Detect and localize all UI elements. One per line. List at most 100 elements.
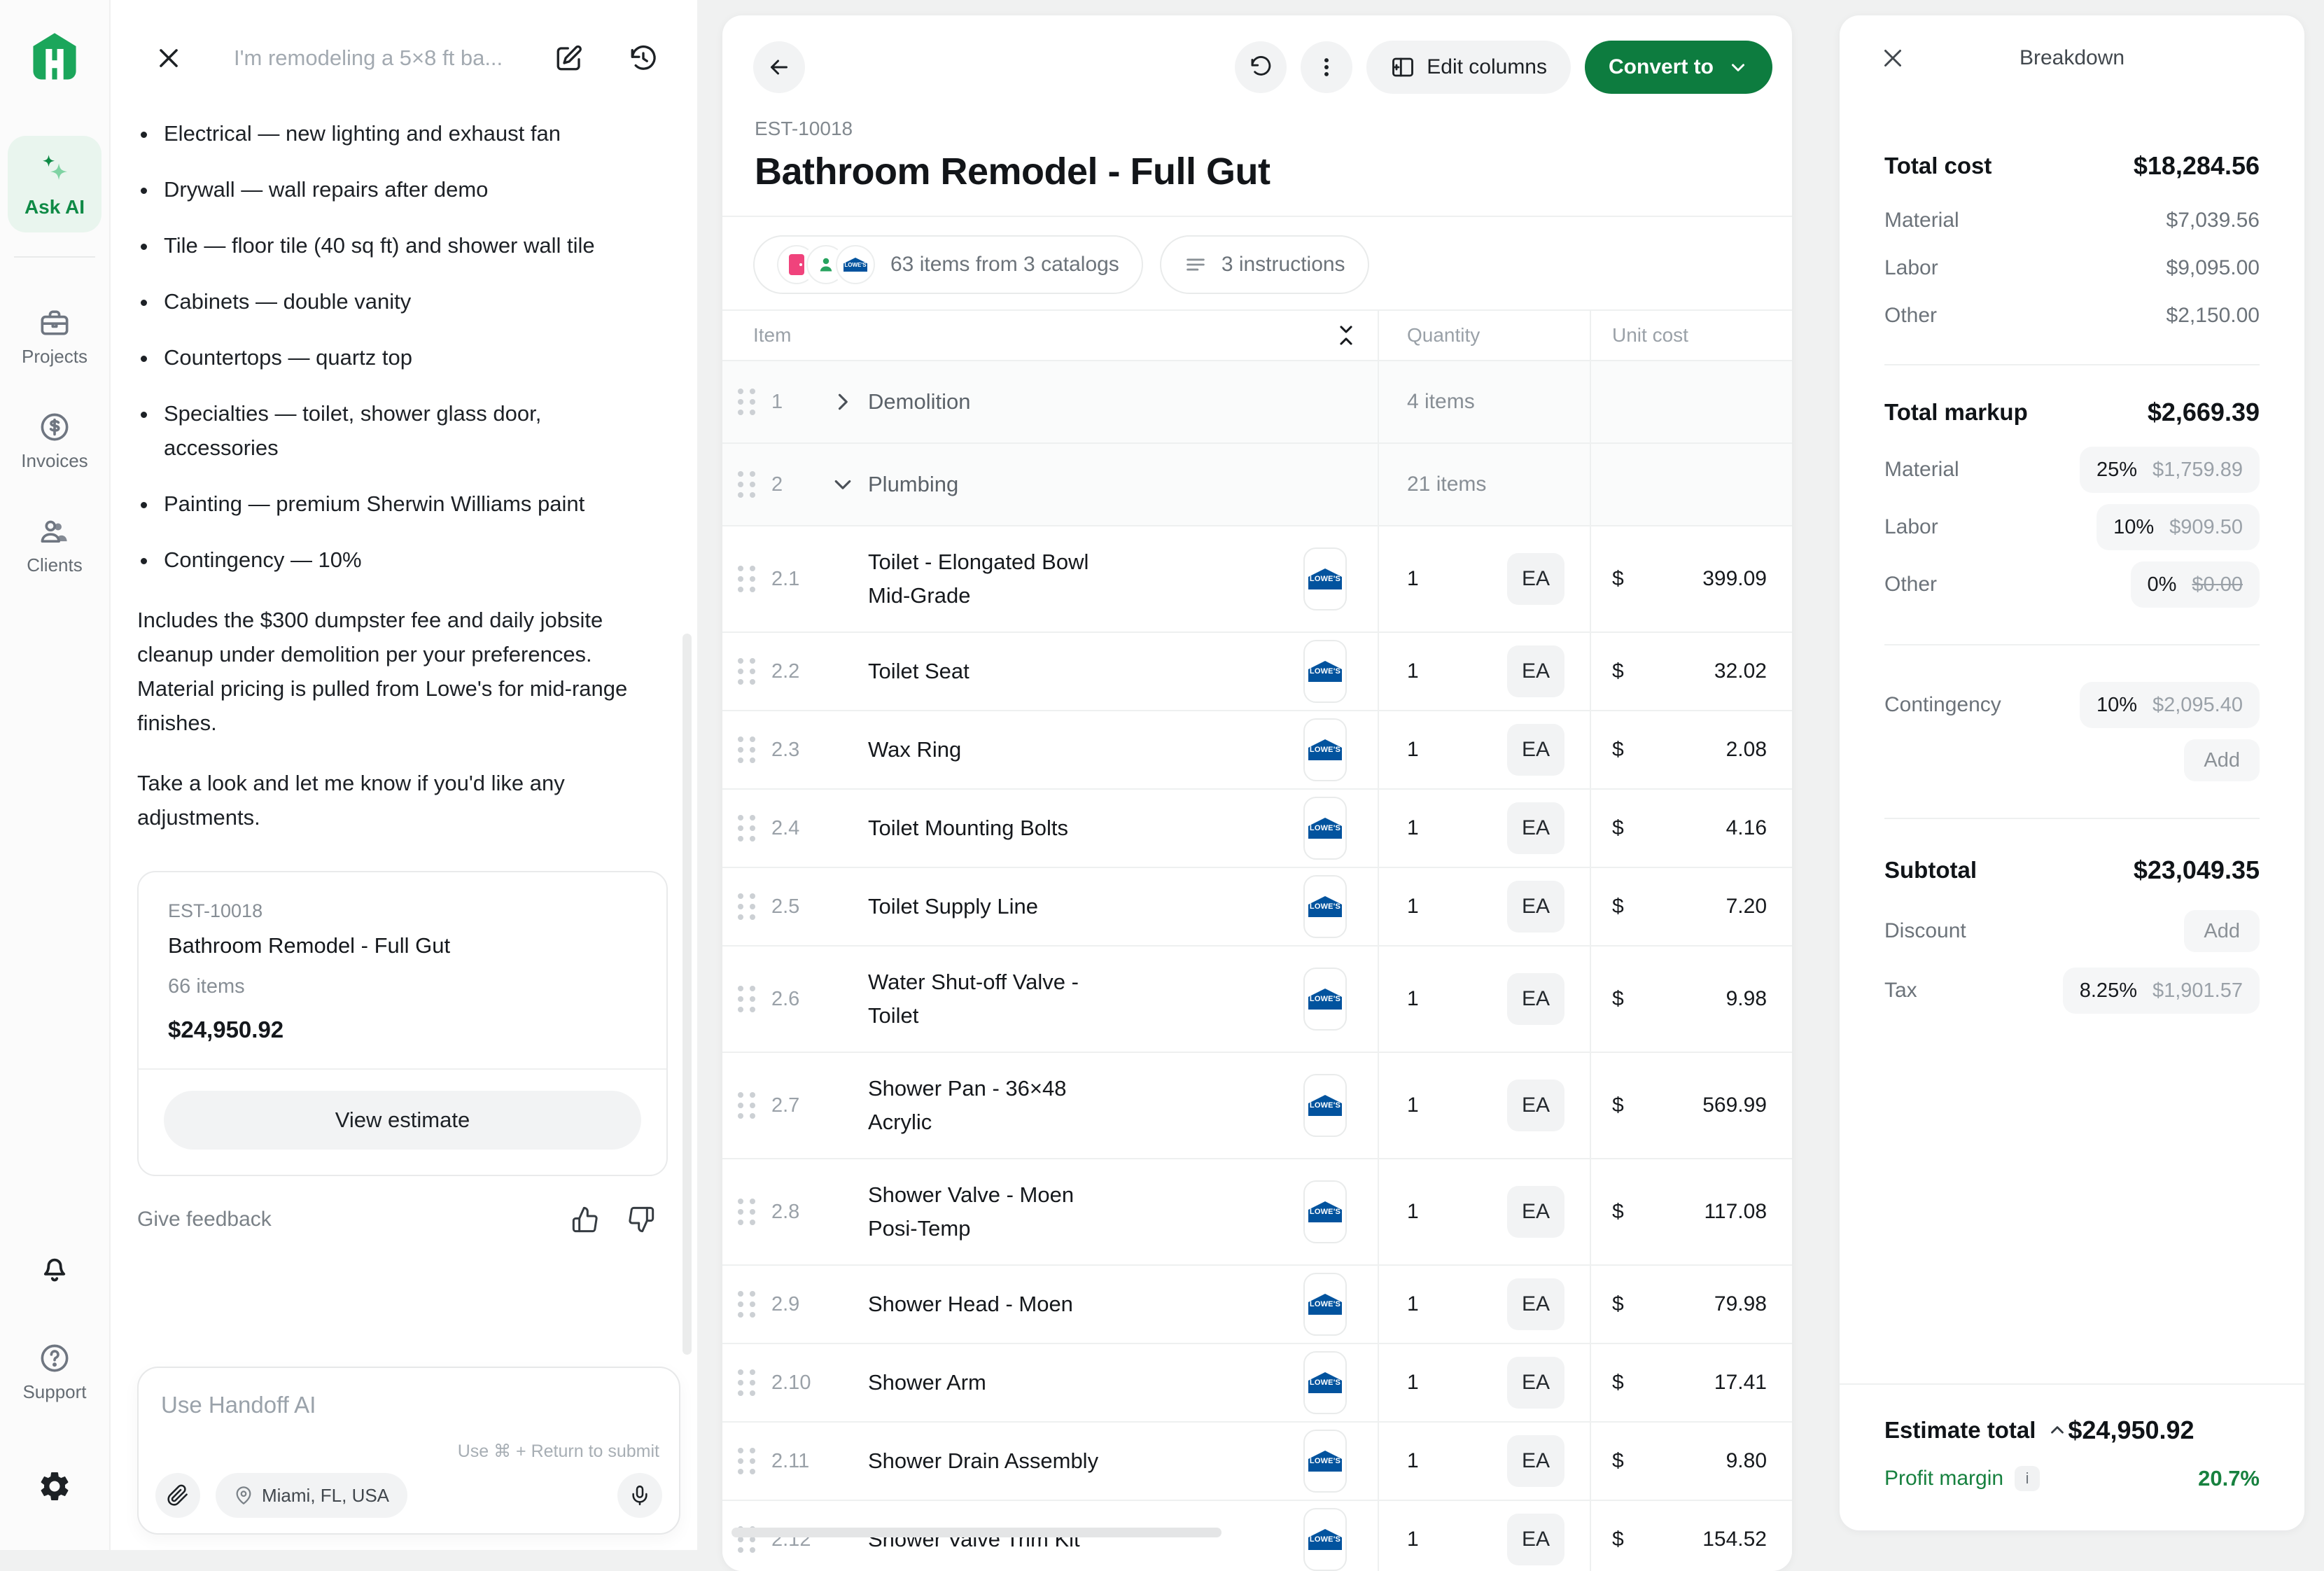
attach-paperclip-button[interactable] [155, 1473, 200, 1518]
convert-to-button[interactable]: Convert to [1585, 41, 1772, 94]
lowes-vendor-badge[interactable]: LOWE'S [1303, 968, 1347, 1031]
thumbs-up-icon[interactable] [571, 1206, 599, 1234]
tax-pill[interactable]: 8.25% $1,901.57 [2063, 968, 2260, 1014]
lowes-vendor-badge[interactable]: LOWE'S [1303, 640, 1347, 703]
lowes-vendor-badge[interactable]: LOWE'S [1303, 718, 1347, 781]
unit-chip[interactable]: EA [1507, 1278, 1564, 1330]
unit-cost-value[interactable]: 117.08 [1704, 1200, 1767, 1224]
back-button[interactable] [753, 41, 805, 93]
item-quantity[interactable]: 1 [1407, 987, 1419, 1011]
drag-handle-icon[interactable] [738, 1199, 756, 1225]
item-quantity[interactable]: 1 [1407, 816, 1419, 840]
chat-input-box[interactable]: Use Handoff AI Use ⌘ + Return to submit … [137, 1367, 680, 1535]
drag-handle-icon[interactable] [738, 1092, 756, 1119]
drag-handle-icon[interactable] [738, 389, 756, 415]
drag-handle-icon[interactable] [738, 815, 756, 842]
table-item-row[interactable]: 2.1 Toilet - Elongated BowlMid-Grade LOW… [722, 526, 1792, 633]
item-quantity[interactable]: 1 [1407, 1094, 1419, 1117]
close-icon[interactable] [1880, 46, 1905, 71]
item-quantity[interactable]: 1 [1407, 895, 1419, 919]
lowes-vendor-badge[interactable]: LOWE'S [1303, 797, 1347, 860]
unit-chip[interactable]: EA [1507, 1357, 1564, 1409]
drag-handle-icon[interactable] [738, 566, 756, 592]
undo-button[interactable] [1235, 41, 1287, 93]
item-quantity[interactable]: 1 [1407, 1292, 1419, 1316]
unit-cost-value[interactable]: 2.08 [1726, 738, 1767, 762]
table-item-row[interactable]: 2.8 Shower Valve - MoenPosi-Temp LOWE'S … [722, 1159, 1792, 1266]
table-item-row[interactable]: 2.5 Toilet Supply Line LOWE'S 1 EA $ 7.2… [722, 868, 1792, 947]
chevron-right-icon[interactable] [830, 389, 857, 414]
markup-labor-pill[interactable]: 10% $909.50 [2096, 504, 2260, 550]
unit-chip[interactable]: EA [1507, 1435, 1564, 1487]
item-quantity[interactable]: 1 [1407, 1371, 1419, 1395]
drag-handle-icon[interactable] [738, 893, 756, 920]
unit-chip[interactable]: EA [1507, 973, 1564, 1025]
table-item-row[interactable]: 2.7 Shower Pan - 36×48Acrylic LOWE'S 1 E… [722, 1053, 1792, 1159]
chevron-down-icon[interactable] [830, 472, 857, 497]
drag-handle-icon[interactable] [738, 658, 756, 685]
lowes-vendor-badge[interactable]: LOWE'S [1303, 1508, 1347, 1571]
drag-handle-icon[interactable] [738, 1291, 756, 1318]
table-item-row[interactable]: 2.6 Water Shut-off Valve -Toilet LOWE'S … [722, 947, 1792, 1053]
lowes-vendor-badge[interactable]: LOWE'S [1303, 547, 1347, 610]
contingency-pill[interactable]: 10% $2,095.40 [2080, 682, 2260, 728]
table-item-row[interactable]: 2.2 Toilet Seat LOWE'S 1 EA $ 32.02 [722, 633, 1792, 711]
drag-handle-icon[interactable] [738, 471, 756, 498]
microphone-button[interactable] [617, 1473, 662, 1518]
unit-cost-value[interactable]: 79.98 [1714, 1292, 1767, 1316]
new-chat-edit-icon[interactable] [554, 43, 584, 73]
item-quantity[interactable]: 1 [1407, 1449, 1419, 1473]
lowes-vendor-badge[interactable]: LOWE'S [1303, 875, 1347, 938]
table-horizontal-scrollbar[interactable] [732, 1528, 1222, 1537]
unit-cost-value[interactable]: 399.09 [1702, 567, 1767, 591]
instructions-chip[interactable]: 3 instructions [1160, 235, 1369, 294]
item-quantity[interactable]: 1 [1407, 1200, 1419, 1224]
unit-chip[interactable]: EA [1507, 724, 1564, 776]
unit-cost-value[interactable]: 569.99 [1702, 1094, 1767, 1117]
unit-chip[interactable]: EA [1507, 802, 1564, 854]
collapse-all-icon[interactable] [1334, 323, 1358, 347]
table-item-row[interactable]: 2.10 Shower Arm LOWE'S 1 EA $ 17.41 [722, 1344, 1792, 1423]
unit-cost-value[interactable]: 154.52 [1702, 1528, 1767, 1551]
unit-cost-value[interactable]: 32.02 [1714, 659, 1767, 683]
unit-chip[interactable]: EA [1507, 881, 1564, 933]
sidebar-item-clients[interactable]: Clients [27, 515, 82, 576]
table-item-row[interactable]: 2.9 Shower Head - Moen LOWE'S 1 EA $ 79.… [722, 1266, 1792, 1344]
item-quantity[interactable]: 1 [1407, 567, 1419, 591]
markup-other-pill[interactable]: 0% $0.00 [2131, 561, 2260, 608]
view-estimate-button[interactable]: View estimate [164, 1091, 641, 1150]
settings-gear-icon[interactable] [37, 1469, 72, 1504]
chat-scrollbar[interactable] [682, 634, 692, 1355]
sidebar-item-ask-ai[interactable]: Ask AI [8, 136, 102, 232]
sidebar-item-support[interactable]: Support [22, 1342, 86, 1403]
unit-chip[interactable]: EA [1507, 1080, 1564, 1131]
drag-handle-icon[interactable] [738, 1448, 756, 1474]
more-options-kebab-button[interactable] [1301, 41, 1352, 93]
unit-chip[interactable]: EA [1507, 1514, 1564, 1565]
markup-material-pill[interactable]: 25% $1,759.89 [2080, 447, 2260, 493]
unit-cost-value[interactable]: 9.98 [1726, 987, 1767, 1011]
drag-handle-icon[interactable] [738, 736, 756, 763]
unit-chip[interactable]: EA [1507, 1186, 1564, 1238]
handoff-logo-icon[interactable] [27, 29, 83, 84]
notifications-bell-icon[interactable] [38, 1251, 71, 1285]
contingency-add-button[interactable]: Add [2184, 739, 2260, 781]
lowes-vendor-badge[interactable]: LOWE'S [1303, 1273, 1347, 1336]
item-quantity[interactable]: 1 [1407, 738, 1419, 762]
sidebar-item-invoices[interactable]: Invoices [21, 411, 88, 472]
lowes-vendor-badge[interactable]: LOWE'S [1303, 1074, 1347, 1137]
item-quantity[interactable]: 1 [1407, 1528, 1419, 1551]
catalogs-chip[interactable]: LOWE'S 63 items from 3 catalogs [753, 235, 1143, 294]
table-item-row[interactable]: 2.3 Wax Ring LOWE'S 1 EA $ 2.08 [722, 711, 1792, 790]
close-icon[interactable] [155, 45, 182, 71]
table-item-row[interactable]: 2.4 Toilet Mounting Bolts LOWE'S 1 EA $ … [722, 790, 1792, 868]
lowes-vendor-badge[interactable]: LOWE'S [1303, 1180, 1347, 1243]
discount-add-button[interactable]: Add [2184, 910, 2260, 952]
unit-chip[interactable]: EA [1507, 645, 1564, 697]
drag-handle-icon[interactable] [738, 986, 756, 1012]
table-item-row[interactable]: 2.11 Shower Drain Assembly LOWE'S 1 EA $… [722, 1423, 1792, 1501]
table-group-row[interactable]: 1 Demolition 4 items [722, 361, 1792, 444]
item-quantity[interactable]: 1 [1407, 659, 1419, 683]
lowes-vendor-badge[interactable]: LOWE'S [1303, 1430, 1347, 1493]
unit-cost-value[interactable]: 4.16 [1726, 816, 1767, 840]
